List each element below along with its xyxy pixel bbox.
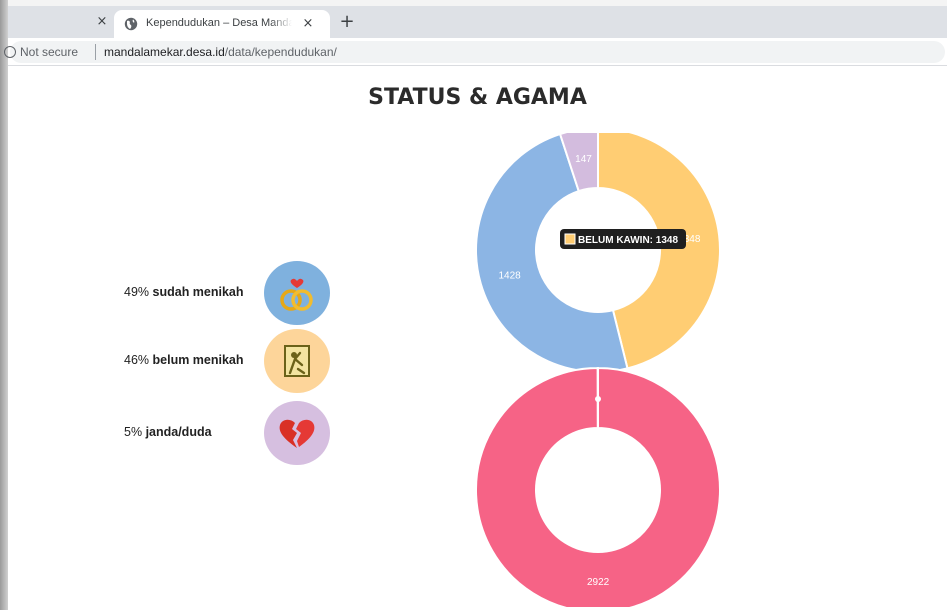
url-text[interactable]: mandalamekar.desa.id/data/kependudukan/ [104,45,337,59]
stat-widowed-label: 5% janda/duda [124,425,212,439]
single-person-icon [264,329,330,393]
stat-married-text: sudah menikah [152,285,244,299]
wedding-rings-icon [264,261,330,325]
page-content: STATUS & AGAMA 49% sudah menikah 46% bel… [8,67,947,610]
stat-widowed-percent: 5% [124,425,143,439]
previous-tab-close-icon[interactable]: × [94,14,110,30]
window-left-edge [0,0,8,610]
tooltip-text: BELUM KAWIN: 1348 [578,235,678,246]
stat-married: 49% sudah menikah [124,261,344,325]
info-icon[interactable] [4,46,16,58]
segment-value-label: 147 [575,154,592,165]
address-bar: Not secure mandalamekar.desa.id/data/kep… [4,38,947,66]
browser-tab-strip: × Kependudukan – Desa Mandalamekar × + [8,6,947,38]
tab-kependudukan[interactable]: Kependudukan – Desa Mandalamekar × [114,10,330,38]
stat-widowed: 5% janda/duda [124,401,344,465]
donut-charts: 13481428147BELUM KAWIN: 1348 2922 [474,133,721,607]
stat-single-label: 46% belum menikah [124,353,244,367]
segment-value-label: 2922 [587,577,610,588]
tab-title: Kependudukan – Desa Mandalamekar [146,17,292,29]
chart-tooltip: BELUM KAWIN: 1348 [560,229,686,249]
stat-married-percent: 49% [124,285,150,299]
stat-single-percent: 46% [124,353,150,367]
marital-status-donut-chart: 13481428147BELUM KAWIN: 1348 [475,133,721,373]
omnibox[interactable]: Not secure mandalamekar.desa.id/data/kep… [4,41,945,63]
page-title: STATUS & AGAMA [368,85,587,110]
url-host: mandalamekar.desa.id [104,45,225,59]
stat-married-label: 49% sudah menikah [124,285,244,299]
segment-value-label: 1428 [498,270,521,281]
tab-close-icon[interactable]: × [300,16,316,32]
tooltip-swatch [564,233,576,245]
religion-donut-chart: 2922 [474,366,721,607]
broken-heart-icon [264,401,330,465]
globe-icon [124,17,138,31]
stat-widowed-text: janda/duda [145,425,212,439]
security-label[interactable]: Not secure [20,45,78,59]
url-path: /data/kependudukan/ [224,45,337,59]
stat-single: 46% belum menikah [124,329,344,393]
new-tab-button[interactable]: + [336,12,358,34]
segment-marker [595,396,601,402]
address-separator [95,44,96,60]
stat-single-text: belum menikah [152,353,244,367]
